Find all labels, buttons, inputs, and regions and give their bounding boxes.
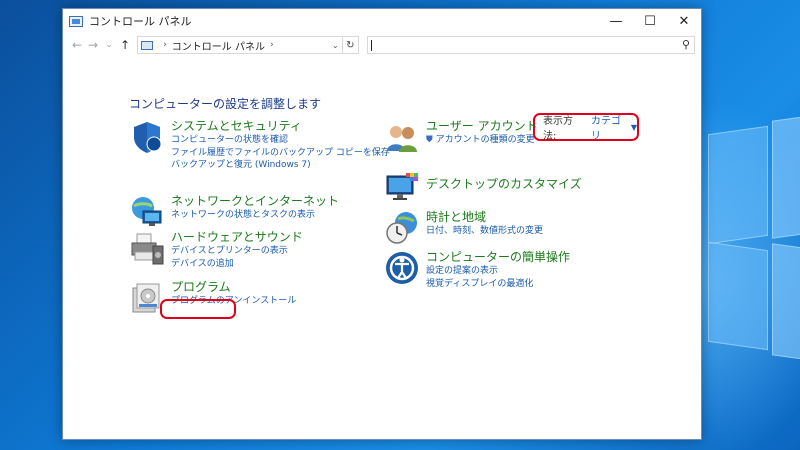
category-link[interactable]: ファイル履歴でファイルのバックアップ コピーを保存 (171, 147, 390, 160)
close-button[interactable]: ✕ (667, 9, 701, 33)
category-link[interactable]: デバイスの追加 (171, 258, 303, 271)
users-icon[interactable] (384, 119, 420, 155)
category-link[interactable]: バックアップと復元 (Windows 7) (171, 159, 390, 172)
chevron-down-icon[interactable]: ▼ (631, 123, 637, 132)
breadcrumb-separator[interactable]: › (270, 40, 274, 50)
category-appearance: デスクトップのカスタマイズ (384, 170, 582, 206)
title-bar[interactable]: コントロール パネル — ☐ ✕ (63, 9, 701, 33)
windows-logo-pane (772, 243, 800, 361)
address-bar: ← → ⌄ ↑ › コントロール パネル › ⌄ ↻ ⚲ (63, 33, 701, 57)
search-icon[interactable]: ⚲ (682, 38, 690, 51)
breadcrumb-separator[interactable]: › (163, 40, 167, 50)
window-controls: — ☐ ✕ (599, 9, 701, 33)
category-link[interactable]: ⛊ アカウントの種類の変更 (426, 134, 538, 147)
category-system-security: システムとセキュリティ コンピューターの状態を確認 ファイル履歴でファイルのバッ… (129, 119, 390, 172)
category-title[interactable]: デスクトップのカスタマイズ (426, 177, 582, 192)
category-title[interactable]: ユーザー アカウント (426, 119, 538, 134)
view-by-label: 表示方法: (543, 116, 573, 142)
display-icon[interactable] (384, 170, 420, 206)
back-button[interactable]: ← (69, 38, 85, 52)
category-clock-region: 時計と地域 日付、時刻、数値形式の変更 (384, 210, 543, 246)
category-link[interactable]: ネットワークの状態とタスクの表示 (171, 209, 339, 222)
maximize-button[interactable]: ☐ (633, 9, 667, 33)
window-title: コントロール パネル (89, 15, 192, 28)
view-by-control[interactable]: 表示方法: カテゴリ ▼ (533, 112, 639, 142)
view-by-dropdown[interactable]: カテゴリ (591, 112, 628, 142)
category-user-accounts: ユーザー アカウント ⛊ アカウントの種類の変更 (384, 119, 538, 155)
category-title[interactable]: コンピューターの簡単操作 (426, 250, 570, 265)
category-hardware-sound: ハードウェアとサウンド デバイスとプリンターの表示 デバイスの追加 (129, 230, 303, 270)
category-title[interactable]: システムとセキュリティ (171, 119, 390, 134)
category-link[interactable]: 視覚ディスプレイの最適化 (426, 278, 570, 291)
breadcrumb-item-control-panel[interactable]: コントロール パネル (172, 38, 265, 53)
windows-logo-pane (708, 241, 768, 351)
category-link[interactable]: デバイスとプリンターの表示 (171, 245, 303, 258)
up-button[interactable]: ↑ (117, 38, 133, 52)
programs-highlight (160, 299, 236, 319)
uac-shield-icon: ⛊ (426, 135, 433, 145)
ease-of-access-icon[interactable] (384, 250, 420, 286)
refresh-button[interactable]: ↻ (342, 36, 359, 54)
text-caret (370, 40, 372, 51)
clock-globe-icon[interactable] (384, 210, 420, 246)
category-link-text[interactable]: アカウントの種類の変更 (436, 135, 535, 145)
printer-icon[interactable] (129, 230, 165, 266)
category-title[interactable]: 時計と地域 (426, 210, 543, 225)
shield-icon[interactable] (129, 119, 165, 155)
category-title[interactable]: ネットワークとインターネット (171, 194, 339, 209)
recent-locations-button[interactable]: ⌄ (101, 40, 117, 50)
category-title[interactable]: ハードウェアとサウンド (171, 230, 303, 245)
control-panel-icon (141, 40, 154, 50)
category-link[interactable]: コンピューターの状態を確認 (171, 134, 390, 147)
breadcrumb[interactable]: › コントロール パネル › ⌄ (137, 36, 343, 54)
category-network-internet: ネットワークとインターネット ネットワークの状態とタスクの表示 (129, 194, 339, 230)
control-panel-icon (69, 15, 83, 27)
category-link[interactable]: 設定の提案の表示 (426, 265, 570, 278)
category-ease-of-access: コンピューターの簡単操作 設定の提案の表示 視覚ディスプレイの最適化 (384, 250, 570, 290)
windows-logo-pane (708, 125, 768, 245)
control-panel-window: コントロール パネル — ☐ ✕ ← → ⌄ ↑ › コントロール パネル › … (62, 8, 702, 440)
windows-logo-pane (772, 115, 800, 239)
chevron-down-icon[interactable]: ⌄ (332, 41, 339, 50)
network-icon[interactable] (129, 194, 165, 230)
forward-button[interactable]: → (85, 38, 101, 52)
category-title[interactable]: プログラム (171, 280, 296, 295)
main-content: コンピューターの設定を調整します 表示方法: カテゴリ ▼ システムとセキュリテ… (63, 57, 701, 437)
search-input[interactable]: ⚲ (366, 36, 696, 54)
minimize-button[interactable]: — (599, 9, 633, 33)
category-link[interactable]: 日付、時刻、数値形式の変更 (426, 225, 543, 238)
page-title: コンピューターの設定を調整します (129, 97, 322, 111)
